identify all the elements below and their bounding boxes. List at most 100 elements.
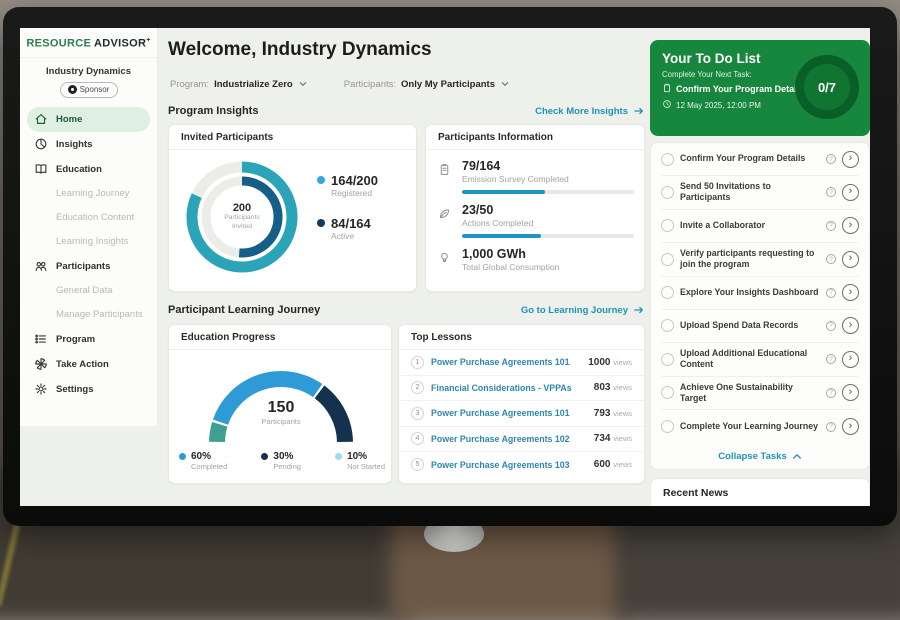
checkbox-icon[interactable] [661,253,674,266]
legend-label: Active [331,231,371,241]
clipboard-icon [662,83,672,95]
org-name: Industry Dynamics [20,66,157,77]
page-title: Welcome, Industry Dynamics [168,39,432,61]
chevron-right-button[interactable]: › [842,217,859,234]
info-icon[interactable]: ? [826,221,836,231]
lesson-title-link[interactable]: Power Purchase Agreements 101 [431,357,581,367]
stat-actions-completed: 23/50 Actions Completed [426,194,644,238]
stat-emission-survey: 79/164 Emission Survey Completed [426,150,644,194]
chevron-right-button[interactable]: › [842,251,859,268]
sidebar-item-settings[interactable]: Settings [20,377,157,402]
task-label: Invite a Collaborator [680,220,820,231]
info-icon[interactable]: ? [826,254,836,264]
take-action-icon [34,357,48,371]
lesson-row[interactable]: 4 Power Purchase Agreements 102 734 view… [399,427,644,453]
task-row[interactable]: Invite a Collaborator ? › [661,210,859,243]
sponsor-badge[interactable]: Sponsor [60,82,118,98]
stat-value: 79/164 [462,159,630,173]
task-row[interactable]: Upload Additional Educational Content ? … [661,343,859,377]
sidebar-item-participants[interactable]: Participants [20,254,157,279]
program-filter-value: Industrialize Zero [214,79,293,90]
filters-row: Program: Industrialize Zero Participants… [170,75,510,93]
check-more-insights-link[interactable]: Check More Insights [535,106,645,117]
info-icon[interactable]: ? [826,321,836,331]
lesson-row[interactable]: 3 Power Purchase Agreements 101 793 view… [399,401,644,427]
task-row[interactable]: Complete Your Learning Journey ? › [661,410,859,443]
task-row[interactable]: Achieve One Sustainability Target ? › [661,377,859,411]
sidebar-item-general-data[interactable]: General Data [20,279,157,303]
participants-filter-label: Participants: [344,79,396,90]
checkbox-icon[interactable] [661,319,674,332]
go-to-learning-journey-link[interactable]: Go to Learning Journey [521,305,645,316]
sidebar-item-label: Insights [56,139,92,150]
program-filter[interactable]: Program: Industrialize Zero [170,75,308,93]
checkbox-icon[interactable] [661,153,674,166]
sidebar-item-program[interactable]: Program [20,327,157,352]
chevron-right-button[interactable]: › [842,418,859,435]
info-icon[interactable]: ? [826,288,836,298]
lesson-title-link[interactable]: Power Purchase Agreements 102 [431,434,587,444]
stat-label: Total Global Consumption [462,262,630,272]
todo-due-label: 12 May 2025, 12:00 PM [676,101,761,110]
collapse-tasks-link[interactable]: Collapse Tasks [661,443,859,469]
sidebar-item-take-action[interactable]: Take Action [20,352,157,377]
app-logo: RESOURCE ADVISOR+ [20,28,157,58]
sidebar-item-education[interactable]: Education [20,157,157,182]
info-icon[interactable]: ? [826,354,836,364]
survey-icon [438,163,451,176]
chevron-right-button[interactable]: › [842,151,859,168]
arrow-right-icon [633,305,645,315]
link-label: Check More Insights [535,106,628,117]
program-icon [34,332,48,346]
sidebar-item-home[interactable]: Home [27,107,150,132]
lesson-views-label: views [613,434,632,443]
lesson-title-link[interactable]: Power Purchase Agreements 103 [431,460,587,470]
lesson-row[interactable]: 2 Financial Considerations - VPPAs 803 v… [399,376,644,402]
task-row[interactable]: Verify participants requesting to join t… [661,243,859,277]
chevron-right-button[interactable]: › [842,184,859,201]
sponsor-badge-label: Sponsor [80,85,110,94]
sidebar-item-learning-journey[interactable]: Learning Journey [20,182,157,206]
checkbox-icon[interactable] [661,353,674,366]
legend-label: Registered [331,188,378,198]
home-icon [34,112,48,126]
sidebar-item-label: Education Content [56,212,134,223]
checkbox-icon[interactable] [661,420,674,433]
task-row[interactable]: Upload Spend Data Records ? › [661,310,859,343]
checkbox-icon[interactable] [661,186,674,199]
sidebar-item-label: General Data [56,285,113,296]
clock-icon [662,99,672,111]
card-title: Education Progress [169,325,391,350]
donut-center-value: 200 [233,202,251,214]
chevron-right-button[interactable]: › [842,284,859,301]
info-icon[interactable]: ? [826,388,836,398]
checkbox-icon[interactable] [661,219,674,232]
sidebar-item-label: Learning Journey [56,188,129,199]
info-icon[interactable]: ? [826,422,836,432]
participants-icon [34,259,48,273]
task-row[interactable]: Explore Your Insights Dashboard ? › [661,277,859,310]
chevron-right-button[interactable]: › [842,317,859,334]
sidebar-item-learning-insights[interactable]: Learning Insights [20,230,157,254]
program-filter-label: Program: [170,79,209,90]
recent-news-title: Recent News [651,479,869,506]
sidebar-item-education-content[interactable]: Education Content [20,206,157,230]
lesson-title-link[interactable]: Power Purchase Agreements 101 [431,408,587,418]
info-icon[interactable]: ? [826,187,836,197]
donut-center-caption: Participants Invited [214,214,270,232]
checkbox-icon[interactable] [661,286,674,299]
lesson-views: 803 [594,382,611,393]
legend-item-active: 84/164 Active [317,216,378,241]
info-icon[interactable]: ? [826,154,836,164]
task-row[interactable]: Confirm Your Program Details ? › [661,143,859,176]
lesson-row[interactable]: 1 Power Purchase Agreements 101 1000 vie… [399,350,644,376]
sidebar-item-insights[interactable]: Insights [20,132,157,157]
task-row[interactable]: Send 50 Invitations to Participants ? › [661,176,859,210]
lesson-title-link[interactable]: Financial Considerations - VPPAs [431,383,587,393]
participants-filter[interactable]: Participants: Only My Participants [344,75,510,93]
checkbox-icon[interactable] [661,386,674,399]
chevron-right-button[interactable]: › [842,384,859,401]
sidebar-item-manage-participants[interactable]: Manage Participants [20,303,157,327]
chevron-right-button[interactable]: › [842,351,859,368]
lesson-row[interactable]: 5 Power Purchase Agreements 103 600 view… [399,452,644,478]
